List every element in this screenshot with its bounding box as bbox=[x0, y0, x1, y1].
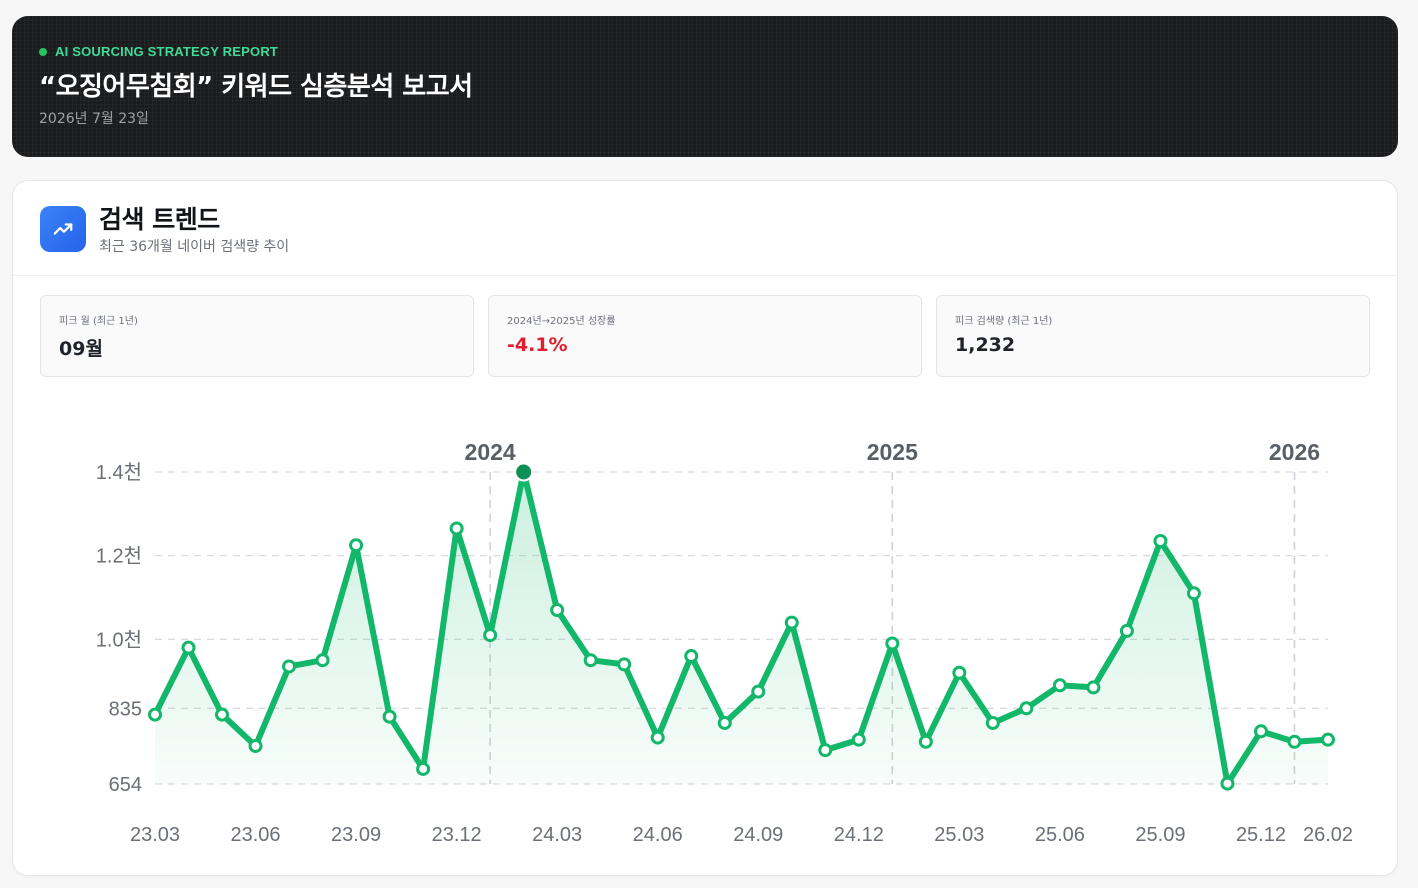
data-point bbox=[885, 636, 900, 651]
data-point bbox=[215, 707, 230, 722]
x-tick-label: 24.12 bbox=[834, 824, 884, 846]
stat-value: 09월 bbox=[59, 338, 103, 360]
year-label: 2024 bbox=[465, 439, 516, 465]
y-tick-label: 1.0천 bbox=[96, 628, 142, 651]
data-point bbox=[717, 715, 732, 730]
data-point bbox=[315, 653, 330, 668]
y-tick-label: 1.4천 bbox=[96, 461, 142, 484]
trend-chart-svg: 654 835 1.0천 1.2천 1.4천 2024 2025 2026 23.03 23.06… bbox=[96, 439, 1353, 846]
stat-value: 1,232 bbox=[955, 334, 1016, 356]
x-tick-label: 25.09 bbox=[1135, 824, 1185, 846]
stat-label: 피크 검색량 (최근 1년) bbox=[955, 316, 1053, 327]
stat-value: -4.1% bbox=[507, 334, 568, 356]
x-tick-label: 23.12 bbox=[432, 824, 482, 846]
x-tick-label: 25.12 bbox=[1236, 824, 1286, 846]
y-tick-label: 1.2천 bbox=[96, 545, 142, 568]
stat-peak-month: 피크 월 (최근 1년) 09월 bbox=[40, 295, 474, 377]
year-label: 2026 bbox=[1269, 439, 1320, 465]
search-trend-card: 검색 트렌드 최근 36개월 네이버 검색량 추이 피크 월 (최근 1년) 0… bbox=[12, 180, 1398, 876]
x-tick-label: 24.06 bbox=[633, 824, 683, 846]
data-point bbox=[181, 640, 196, 655]
x-tick-label: 24.03 bbox=[532, 824, 582, 846]
x-tick-label: 26.02 bbox=[1303, 824, 1353, 846]
data-point bbox=[483, 628, 498, 643]
stat-label: 2024년→2025년 성장률 bbox=[507, 316, 616, 327]
data-point bbox=[985, 715, 1000, 730]
data-point bbox=[1186, 586, 1201, 601]
data-point bbox=[751, 684, 766, 699]
data-point bbox=[818, 743, 833, 758]
x-tick-label: 25.03 bbox=[934, 824, 984, 846]
data-point bbox=[1253, 724, 1268, 739]
card-title: 검색 트렌드 bbox=[99, 205, 220, 234]
trending-up-icon bbox=[40, 206, 86, 252]
data-point bbox=[550, 603, 565, 618]
data-point bbox=[1321, 732, 1335, 747]
status-dot-icon bbox=[39, 47, 47, 56]
report-title: “오징어무침회” 키워드 심층분석 보고서 bbox=[39, 72, 473, 102]
data-point bbox=[1052, 678, 1067, 693]
year-label: 2025 bbox=[867, 439, 918, 465]
data-point bbox=[952, 665, 967, 680]
data-point bbox=[282, 659, 297, 674]
stat-growth-rate: 2024년→2025년 성장률 -4.1% bbox=[488, 295, 922, 377]
x-tick-label: 24.09 bbox=[733, 824, 783, 846]
data-point bbox=[784, 615, 799, 630]
report-date: 2026년 7월 23일 bbox=[39, 111, 149, 127]
data-point bbox=[918, 734, 933, 749]
data-point bbox=[1019, 701, 1034, 716]
data-point bbox=[1220, 776, 1235, 791]
x-tick-label: 23.09 bbox=[331, 824, 381, 846]
card-subtitle: 최근 36개월 네이버 검색량 추이 bbox=[99, 239, 290, 255]
data-point bbox=[382, 709, 397, 724]
data-point bbox=[148, 707, 162, 722]
y-tick-label: 835 bbox=[109, 698, 142, 720]
trend-chart: 654 835 1.0천 1.2천 1.4천 2024 2025 2026 23.03 23.06… bbox=[13, 381, 1399, 871]
data-point bbox=[583, 653, 598, 668]
card-header: 검색 트렌드 최근 36개월 네이버 검색량 추이 bbox=[13, 181, 1397, 276]
data-point bbox=[248, 738, 263, 753]
stat-peak-volume: 피크 검색량 (최근 1년) 1,232 bbox=[936, 295, 1370, 377]
stat-label: 피크 월 (최근 1년) bbox=[59, 316, 138, 327]
y-tick-label: 654 bbox=[109, 774, 142, 796]
data-point bbox=[1086, 680, 1101, 695]
data-point bbox=[1287, 734, 1302, 749]
data-point bbox=[449, 521, 464, 536]
data-point bbox=[1119, 623, 1134, 638]
report-header: AI SOURCING STRATEGY REPORT “오징어무침회” 키워드… bbox=[12, 16, 1398, 157]
data-point bbox=[416, 761, 431, 776]
x-tick-label: 23.06 bbox=[231, 824, 281, 846]
data-point bbox=[650, 730, 665, 745]
data-point bbox=[851, 732, 866, 747]
x-tick-label: 25.06 bbox=[1035, 824, 1085, 846]
data-point bbox=[684, 649, 699, 664]
eyebrow-text: AI SOURCING STRATEGY REPORT bbox=[55, 44, 279, 59]
data-point bbox=[349, 538, 364, 553]
x-tick-label: 23.03 bbox=[130, 824, 180, 846]
peak-data-point bbox=[514, 462, 534, 482]
report-eyebrow: AI SOURCING STRATEGY REPORT bbox=[39, 44, 278, 59]
data-point bbox=[617, 657, 632, 672]
data-point bbox=[1153, 534, 1168, 549]
